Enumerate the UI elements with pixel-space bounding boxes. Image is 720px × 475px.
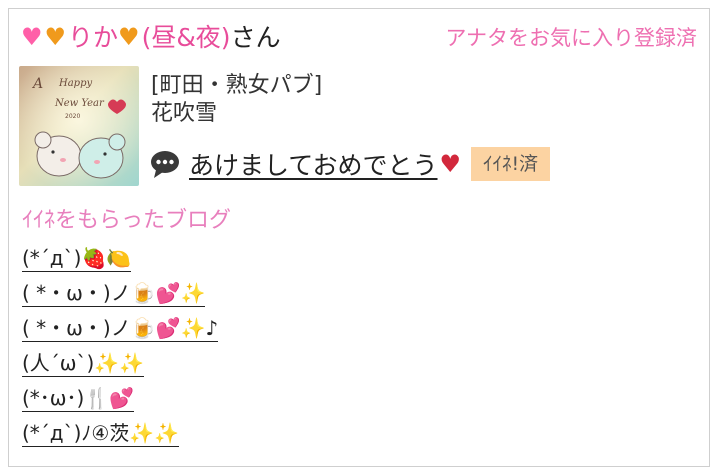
user-time-tag: (昼&夜) [141, 22, 231, 52]
blog-link-text: (*･ω･) [22, 385, 85, 410]
list-item: ( *・ω・)ノ🍺💕✨ [22, 276, 218, 311]
blog-list: (*´д`)🍓🍋 ( *・ω・)ノ🍺💕✨ ( *・ω・)ノ🍺💕✨♪ (人´ω`)… [22, 241, 219, 451]
blog-link-text: ( *・ω・)ノ [22, 315, 131, 340]
blog-emoji: 🍓🍋 [81, 245, 132, 270]
shop-name[interactable]: [町田・熟女パブ] [151, 72, 697, 100]
blog-link[interactable]: ( *・ω・)ノ🍺💕✨♪ [22, 315, 219, 342]
blog-link[interactable]: (*´д`)ﾉ④茨✨✨ [22, 420, 180, 447]
card-header: ♥ ♥ りか ♥ (昼&夜) さん アナタをお気に入り登録済 [21, 17, 697, 57]
iine-badge: ｲｲﾈ!済 [471, 147, 551, 181]
blog-link[interactable]: (*´д`)🍓🍋 [22, 245, 132, 272]
blog-link-text: ( *・ω・)ノ [22, 280, 131, 305]
blog-link[interactable]: (人´ω`)✨✨ [22, 350, 145, 377]
user-line[interactable]: ♥ ♥ りか ♥ (昼&夜) さん [21, 25, 281, 50]
orange-heart-icon: ♥ [118, 23, 140, 51]
list-item: ( *・ω・)ノ🍺💕✨♪ [22, 311, 219, 346]
thumbnail-image: A Happy New Year 2020 [19, 66, 139, 186]
post-title-link[interactable]: あけましておめでとう [189, 146, 438, 182]
blog-link-text: (人´ω`) [22, 350, 95, 375]
list-item: (*´д`)🍓🍋 [22, 241, 218, 276]
list-item: (*´д`)ﾉ④茨✨✨ [22, 416, 218, 451]
blog-link-text: (*´д`) [22, 245, 82, 270]
post-block: A Happy New Year 2020 [町田・熟女パブ] 花吹雪 あけまし… [19, 66, 697, 188]
blog-emoji: 🍴💕 [84, 385, 135, 410]
user-name[interactable]: りか [68, 25, 118, 50]
red-heart-icon: ♥ [439, 150, 462, 178]
girl-name[interactable]: 花吹雪 [151, 100, 697, 128]
blog-emoji: ✨✨ [94, 350, 145, 375]
svg-text:Happy: Happy [58, 78, 92, 89]
blog-link-text: (*´д`)ﾉ④茨 [22, 420, 130, 445]
post-thumbnail[interactable]: A Happy New Year 2020 [19, 66, 139, 186]
blog-emoji: 🍺💕✨ [130, 280, 206, 305]
post-info: [町田・熟女パブ] 花吹雪 [151, 72, 697, 128]
svg-text:New Year: New Year [54, 98, 105, 109]
svg-text:2020: 2020 [65, 113, 80, 120]
list-item: (*･ω･)🍴💕 [22, 381, 218, 416]
user-suffix: さん [230, 22, 281, 52]
blog-like-card: ♥ ♥ りか ♥ (昼&夜) さん アナタをお気に入り登録済 A Happy N… [8, 8, 710, 467]
post-title-row: あけましておめでとう ♥ ｲｲﾈ!済 [149, 146, 551, 182]
blog-link[interactable]: (*･ω･)🍴💕 [22, 385, 135, 412]
orange-heart-icon: ♥ [44, 23, 67, 51]
blog-link[interactable]: ( *・ω・)ノ🍺💕✨ [22, 280, 206, 307]
favorite-status: アナタをお気に入り登録済 [445, 26, 697, 50]
blog-emoji: ✨✨ [129, 420, 180, 445]
comment-bubble-icon [151, 151, 179, 178]
blog-emoji: 🍺💕✨♪ [130, 315, 219, 340]
svg-text:A: A [31, 76, 43, 92]
section-title: ｲｲﾈをもらったブログ [22, 208, 232, 233]
list-item: (人´ω`)✨✨ [22, 346, 218, 381]
pink-heart-icon: ♥ [21, 23, 43, 51]
